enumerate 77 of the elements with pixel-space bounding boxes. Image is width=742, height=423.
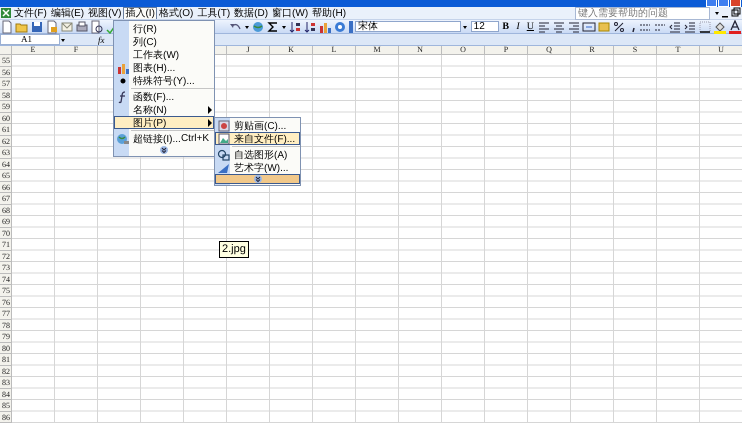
menu-bar-item[interactable]: 文件(F) <box>12 7 49 19</box>
font-style-button[interactable]: I <box>512 20 524 32</box>
row-header[interactable]: 78 <box>0 320 12 331</box>
font-name-field[interactable]: 宋体 <box>355 21 461 32</box>
font-style-button[interactable]: B <box>500 20 512 32</box>
row-header[interactable]: 60 <box>0 112 12 124</box>
row-header[interactable]: 73 <box>0 262 12 274</box>
row-header[interactable]: 76 <box>0 296 12 308</box>
menu-item[interactable]: 艺术字(W)... <box>215 161 300 174</box>
row-header[interactable]: 58 <box>0 90 12 101</box>
menu-bar-item[interactable]: 格式(O) <box>156 7 196 19</box>
menu-item[interactable]: 函数(F)... <box>114 90 214 103</box>
menu-bar-item[interactable]: 帮助(H) <box>310 7 348 19</box>
column-header[interactable]: N <box>399 46 442 55</box>
menu-item[interactable]: 图表(H)... <box>114 61 214 74</box>
row-header[interactable]: 55 <box>0 55 12 66</box>
column-header[interactable]: K <box>270 46 313 55</box>
row-header[interactable]: 62 <box>0 136 12 147</box>
row-header[interactable]: 85 <box>0 400 12 412</box>
menu-bar-item[interactable]: 编辑(E) <box>48 7 86 19</box>
menu-item[interactable]: 剪贴画(C)... <box>215 119 300 132</box>
row-header[interactable]: 56 <box>0 66 12 78</box>
column-header[interactable]: O <box>442 46 485 55</box>
help-search-field[interactable]: 键入需要帮助的问题 <box>575 6 710 20</box>
column-header[interactable]: P <box>485 46 528 55</box>
row-header[interactable]: 77 <box>0 308 12 320</box>
column-header[interactable]: E <box>12 46 55 55</box>
menu-item[interactable]: 工作表(W) <box>114 48 214 61</box>
menu-bar-item[interactable]: 数据(D) <box>232 7 270 19</box>
row-header[interactable]: 70 <box>0 228 12 239</box>
column-header[interactable]: R <box>571 46 614 55</box>
menu-item[interactable]: 图片(P) <box>114 116 214 129</box>
column-header[interactable]: Q <box>528 46 571 55</box>
row-header[interactable]: 82 <box>0 366 12 377</box>
row-header[interactable]: 81 <box>0 354 12 366</box>
row-header[interactable]: 83 <box>0 377 12 388</box>
menu-item[interactable]: 特殊符号(Y)... <box>114 74 214 87</box>
row-header[interactable]: 74 <box>0 274 12 285</box>
row-header[interactable]: 68 <box>0 204 12 216</box>
row-header[interactable]: 72 <box>0 250 12 262</box>
row-header[interactable]: 79 <box>0 331 12 342</box>
column-header[interactable]: L <box>313 46 356 55</box>
menu-item[interactable]: 行(R) <box>114 22 214 35</box>
row-header[interactable]: 84 <box>0 388 12 400</box>
menu-item[interactable]: 名称(N) <box>114 103 214 116</box>
name-box[interactable]: A1 <box>0 34 60 45</box>
row-header[interactable]: 86 <box>0 412 12 423</box>
font-style-button[interactable]: U <box>524 20 536 32</box>
row-header[interactable]: 69 <box>0 216 12 228</box>
menu-item[interactable]: 来自文件(F)... <box>215 132 300 145</box>
row-header[interactable]: 66 <box>0 182 12 193</box>
font-size-field[interactable]: 12 <box>470 21 500 32</box>
row-header[interactable]: 75 <box>0 285 12 296</box>
row-header[interactable]: 65 <box>0 170 12 182</box>
column-header[interactable]: F <box>55 46 98 55</box>
column-header[interactable]: J <box>227 46 270 55</box>
menu-item[interactable]: 自选图形(A) <box>215 148 300 161</box>
menu-item[interactable]: 超链接(I)...Ctrl+K <box>114 132 214 145</box>
column-header[interactable]: T <box>657 46 700 55</box>
row-header[interactable]: 80 <box>0 342 12 354</box>
column-header[interactable]: M <box>356 46 399 55</box>
column-header[interactable]: U <box>700 46 742 55</box>
row-header[interactable]: 61 <box>0 124 12 136</box>
tooltip: 2.jpg <box>219 241 249 258</box>
menu-item[interactable]: 列(C) <box>114 35 214 48</box>
row-header[interactable]: 57 <box>0 78 12 90</box>
menu-bar-item[interactable]: 插入(I) <box>123 7 157 19</box>
column-header[interactable]: S <box>614 46 657 55</box>
row-header[interactable]: 63 <box>0 147 12 158</box>
insert-function-label[interactable]: fx <box>98 34 104 44</box>
row-header[interactable]: 59 <box>0 101 12 112</box>
row-header[interactable]: 71 <box>0 239 12 250</box>
row-header[interactable]: 67 <box>0 193 12 204</box>
menu-bar-item[interactable]: 视图(V) <box>86 7 124 19</box>
menu-bar-item[interactable]: 窗口(W) <box>270 7 310 19</box>
row-header[interactable]: 64 <box>0 158 12 170</box>
menu-bar-item[interactable]: 工具(T) <box>195 7 232 19</box>
